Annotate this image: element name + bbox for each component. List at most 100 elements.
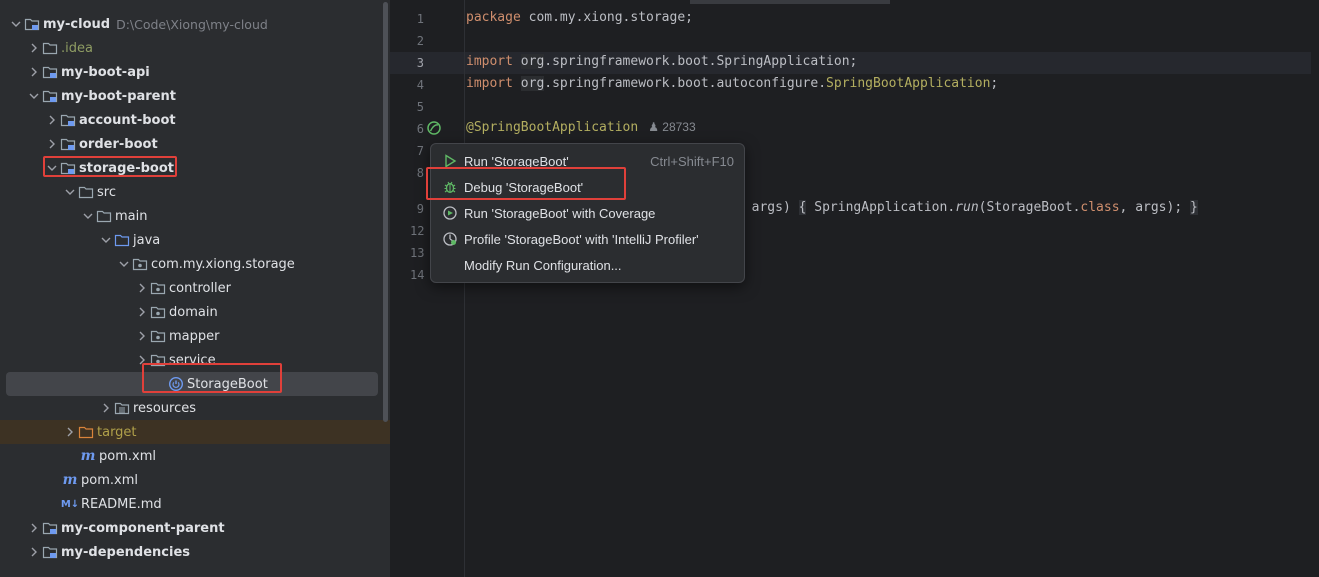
gutter-separator (464, 0, 465, 577)
chevron-right-icon[interactable] (26, 520, 42, 536)
maven-icon: m (80, 448, 96, 464)
code-line-1: package com.my.xiong.storage; (466, 10, 693, 25)
tree-item-label: src (97, 184, 116, 200)
tree-item-readme[interactable]: M↓ README.md (0, 492, 390, 516)
tree-item-label: service (169, 352, 216, 368)
code-line-6: @SpringBootApplication ♟ 28733 (466, 120, 696, 135)
tree-item-storageboot[interactable]: StorageBoot (6, 372, 378, 396)
spring-bean-run-icon[interactable] (426, 120, 442, 140)
usages-hint[interactable]: ♟ 28733 (648, 120, 695, 134)
editor-scrollbar[interactable] (1311, 0, 1319, 577)
line-number: 12 (410, 224, 425, 238)
package-icon (150, 304, 166, 320)
tree-item-label: resources (133, 400, 197, 416)
tree-item-pom-xml[interactable]: m pom.xml (0, 468, 390, 492)
line-number: 7 (416, 144, 424, 158)
chevron-down-icon[interactable] (62, 184, 78, 200)
chevron-right-icon[interactable] (134, 328, 150, 344)
code-editor[interactable]: 1 2 3 4 5 6 7 8 9 12 13 14 package com.m… (390, 0, 1319, 577)
tree-item-my-cloud[interactable]: my-cloud D:\Code\Xiong\my-cloud (0, 12, 390, 36)
tree-item-mapper[interactable]: mapper (0, 324, 390, 348)
line-number: 8 (416, 166, 424, 180)
chevron-right-icon[interactable] (26, 64, 42, 80)
run-context-menu: Run 'StorageBoot' Ctrl+Shift+F10 Debug '… (430, 143, 745, 283)
tree-item-controller[interactable]: controller (0, 276, 390, 300)
tree-item-label: java (133, 232, 161, 248)
chevron-right-icon[interactable] (44, 112, 60, 128)
tree-item-label: StorageBoot (187, 376, 268, 392)
chevron-right-icon[interactable] (134, 280, 150, 296)
package-icon (132, 256, 148, 272)
debug-bug-icon (441, 178, 459, 196)
tree-item-label: pom.xml (99, 448, 156, 464)
tree-scrollbar[interactable] (383, 2, 388, 422)
tree-item-domain[interactable]: domain (0, 300, 390, 324)
markdown-icon: M↓ (60, 498, 80, 510)
menu-item-label: Debug 'StorageBoot' (464, 179, 584, 195)
tree-item-label: pom.xml (81, 472, 138, 488)
module-folder-icon (42, 520, 58, 536)
menu-item-debug[interactable]: Debug 'StorageBoot' (431, 174, 744, 200)
resources-folder-icon (114, 400, 130, 416)
tree-item-resources[interactable]: resources (0, 396, 390, 420)
tree-item-order-boot[interactable]: order-boot (0, 132, 390, 156)
tree-item-main[interactable]: main (0, 204, 390, 228)
folder-icon (42, 40, 58, 56)
line-number: 9 (416, 202, 424, 216)
chevron-right-icon[interactable] (134, 304, 150, 320)
tree-item-package[interactable]: com.my.xiong.storage (0, 252, 390, 276)
menu-item-run[interactable]: Run 'StorageBoot' Ctrl+Shift+F10 (431, 148, 744, 174)
line-number: 5 (416, 100, 424, 114)
tree-item-my-component-parent[interactable]: my-component-parent (0, 516, 390, 540)
menu-item-label: Run 'StorageBoot' with Coverage (464, 205, 656, 221)
line-number: 4 (416, 78, 424, 92)
chevron-right-icon[interactable] (134, 352, 150, 368)
chevron-down-icon[interactable] (98, 232, 114, 248)
source-folder-icon (114, 232, 130, 248)
tree-item-my-dependencies[interactable]: my-dependencies (0, 540, 390, 564)
tree-item-storage-boot[interactable]: storage-boot (0, 156, 390, 180)
tree-item-label: controller (169, 280, 232, 296)
project-tree: my-cloud D:\Code\Xiong\my-cloud .idea my… (0, 0, 390, 577)
menu-shortcut: Ctrl+Shift+F10 (650, 153, 734, 169)
chevron-down-icon[interactable] (26, 88, 42, 104)
line-number: 2 (416, 34, 424, 48)
package-icon (150, 352, 166, 368)
chevron-right-icon[interactable] (98, 400, 114, 416)
chevron-down-icon[interactable] (116, 256, 132, 272)
tree-item-account-boot[interactable]: account-boot (0, 108, 390, 132)
module-folder-icon (60, 160, 76, 176)
menu-item-coverage[interactable]: Run 'StorageBoot' with Coverage (431, 200, 744, 226)
chevron-down-icon[interactable] (80, 208, 96, 224)
tree-item-idea[interactable]: .idea (0, 36, 390, 60)
tree-item-my-boot-api[interactable]: my-boot-api (0, 60, 390, 84)
tree-item-label: my-boot-parent (61, 88, 176, 104)
chevron-down-icon[interactable] (44, 160, 60, 176)
maven-icon: m (62, 472, 78, 488)
menu-item-profile[interactable]: Profile 'StorageBoot' with 'IntelliJ Pro… (431, 226, 744, 252)
chevron-right-icon[interactable] (44, 136, 60, 152)
tab-indicator (690, 0, 890, 4)
tree-item-src[interactable]: src (0, 180, 390, 204)
tree-item-my-boot-parent[interactable]: my-boot-parent (0, 84, 390, 108)
tree-item-label: my-component-parent (61, 520, 225, 536)
module-folder-icon (42, 88, 58, 104)
project-path: D:\Code\Xiong\my-cloud (116, 16, 268, 32)
tree-item-java[interactable]: java (0, 228, 390, 252)
tree-item-target[interactable]: target (0, 420, 390, 444)
chevron-right-icon[interactable] (26, 40, 42, 56)
tree-item-label: storage-boot (79, 160, 174, 176)
tree-item-label: domain (169, 304, 218, 320)
chevron-right-icon[interactable] (62, 424, 78, 440)
chevron-down-icon[interactable] (8, 16, 24, 32)
module-folder-icon (42, 64, 58, 80)
chevron-right-icon[interactable] (26, 544, 42, 560)
tree-item-service[interactable]: service (0, 348, 390, 372)
menu-item-label: Modify Run Configuration... (464, 257, 622, 273)
module-folder-icon (42, 544, 58, 560)
line-number: 3 (416, 56, 424, 70)
menu-item-modify-run-config[interactable]: Modify Run Configuration... (431, 252, 744, 278)
coverage-icon (441, 204, 459, 222)
tree-item-pom-xml[interactable]: m pom.xml (0, 444, 390, 468)
